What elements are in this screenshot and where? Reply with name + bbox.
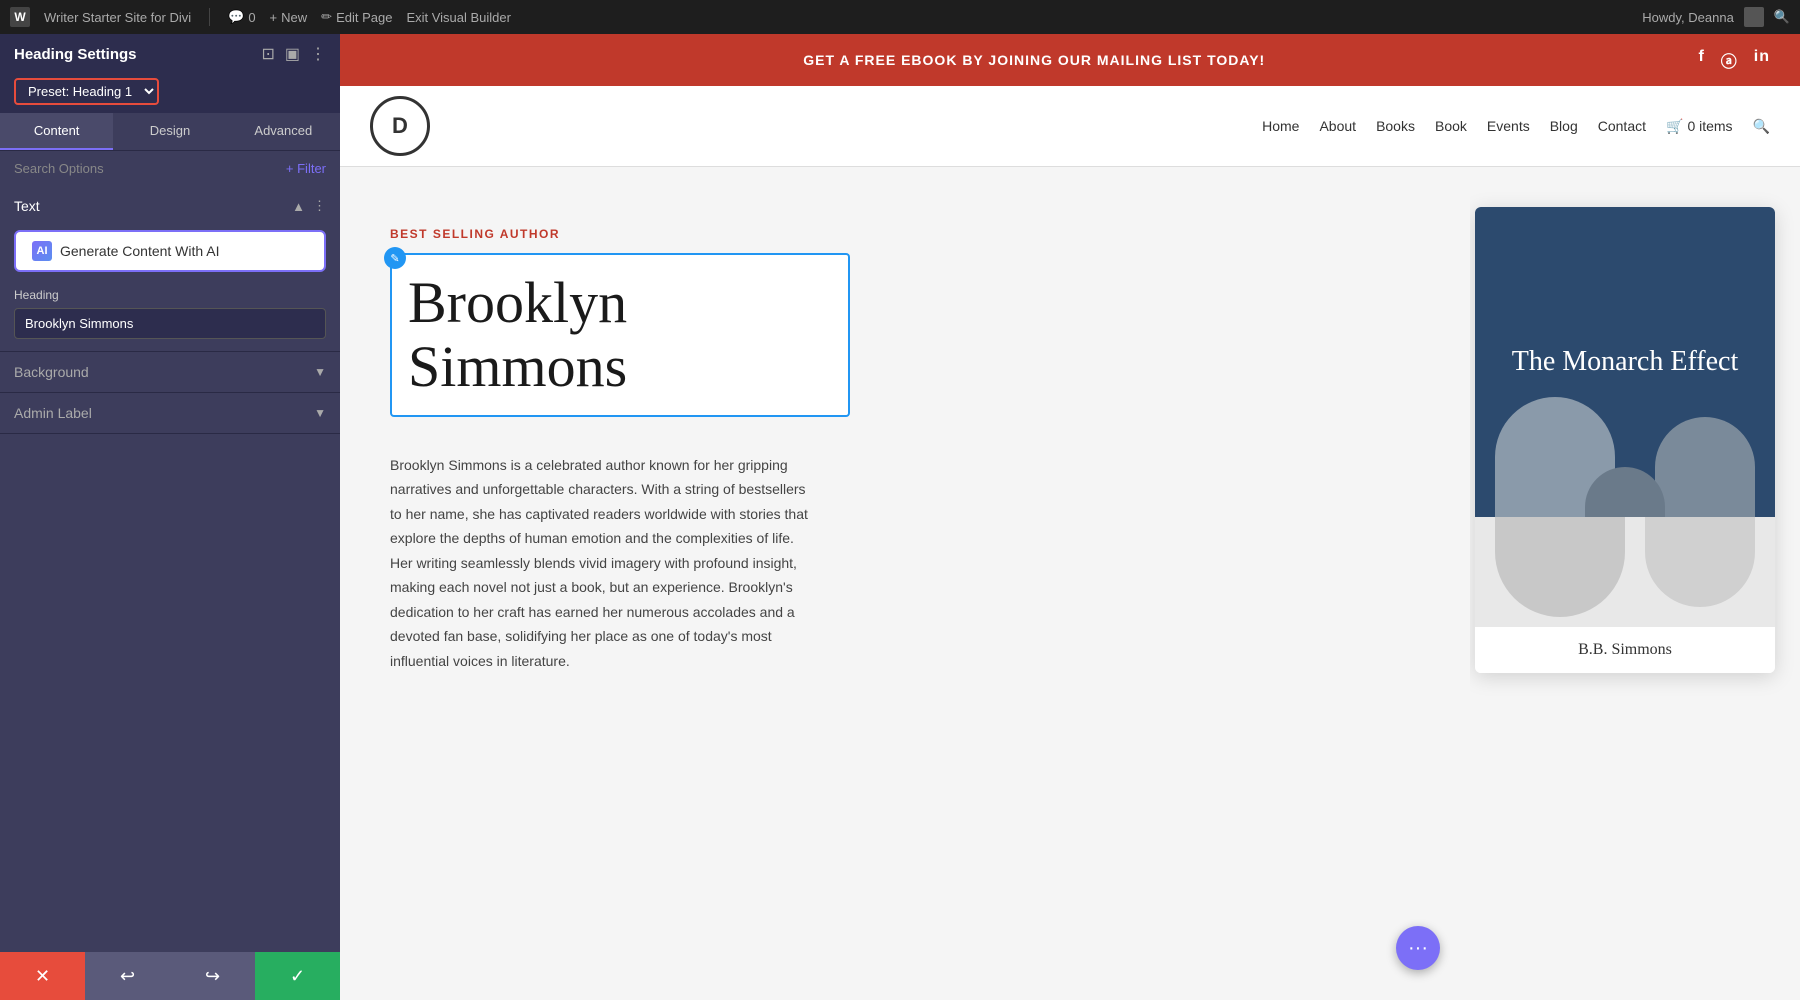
sidebar: Heading Settings ⊡ ▣ ⋮ Preset: Heading 1… [0,34,340,1000]
comment-icon: 💬 [228,9,244,25]
pencil-icon: ✏ [321,9,332,25]
search-icon[interactable]: 🔍 [1774,9,1790,25]
admin-bar-right: Howdy, Deanna 🔍 [1642,7,1790,27]
edit-pin-icon: ✎ [384,247,406,269]
exit-builder-link[interactable]: Exit Visual Builder [406,10,511,25]
nav-contact[interactable]: Contact [1598,118,1646,134]
nav-events[interactable]: Events [1487,118,1530,134]
sidebar-content: Text ▲ ⋮ AI Generate Content With AI Hea… [0,186,340,952]
tab-content[interactable]: Content [0,113,113,150]
nav-bar: D Home About Books Book Events Blog Cont… [340,86,1800,167]
comments-link[interactable]: 💬 0 [228,9,255,25]
ai-button-label: Generate Content With AI [60,243,220,259]
nav-search-icon[interactable]: 🔍 [1753,118,1770,135]
nav-home[interactable]: Home [1262,118,1299,134]
page-content: BEST SELLING AUTHOR ✎ Brooklyn Simmons B… [340,167,1800,1000]
cart-icon: 🛒 [1666,118,1683,135]
text-section: Text ▲ ⋮ AI Generate Content With AI Hea… [0,186,340,352]
sidebar-tabs: Content Design Advanced [0,113,340,151]
search-input[interactable] [14,161,278,176]
author-bio: Brooklyn Simmons is a celebrated author … [390,453,810,674]
heading-label: Heading [14,288,326,302]
admin-bar: W Writer Starter Site for Divi 💬 0 + New… [0,0,1800,34]
cover-arch-right [1655,417,1755,517]
book-card: The Monarch Effect B.B. Simmons [1475,207,1775,673]
sidebar-header-icons: ⊡ ▣ ⋮ [261,44,326,64]
nav-book[interactable]: Book [1435,118,1467,134]
divider [209,8,210,26]
text-section-header[interactable]: Text ▲ ⋮ [0,186,340,226]
site-name-link[interactable]: Writer Starter Site for Divi [44,10,191,25]
tab-design[interactable]: Design [113,113,226,150]
expand-icon[interactable]: ▲ [292,199,305,214]
banner-text: GET A FREE EBOOK BY JOINING OUR MAILING … [370,52,1698,68]
heading-edit-area[interactable]: ✎ Brooklyn Simmons [390,253,850,417]
edit-page-link[interactable]: ✏ Edit Page [321,9,392,25]
banner-social-icons: f ⓐ in [1698,48,1770,72]
undo-button[interactable]: ↩ [85,952,170,1000]
tab-advanced[interactable]: Advanced [227,113,340,150]
text-section-icons: ▲ ⋮ [292,198,326,214]
sidebar-more-icon[interactable]: ⋮ [310,44,326,64]
page-area: GET A FREE EBOOK BY JOINING OUR MAILING … [340,34,1800,1000]
main-layout: Heading Settings ⊡ ▣ ⋮ Preset: Heading 1… [0,34,1800,1000]
save-button[interactable]: ✓ [255,952,340,1000]
sidebar-footer: ✕ ↩ ↪ ✓ [0,952,340,1000]
background-section[interactable]: Background ▼ [0,352,340,393]
instagram-icon[interactable]: ⓐ [1721,48,1738,72]
main-section: BEST SELLING AUTHOR ✎ Brooklyn Simmons B… [340,167,1470,1000]
book-author: B.B. Simmons [1475,627,1775,673]
book-card-area: The Monarch Effect B.B. Simmons [1470,167,1800,1000]
lower-arch-right [1645,517,1755,607]
cancel-button[interactable]: ✕ [0,952,85,1000]
admin-label-chevron-icon: ▼ [314,406,326,420]
preset-select[interactable]: Preset: Heading 1 [14,78,159,105]
main-heading: Brooklyn Simmons [408,271,832,399]
best-selling-label: BEST SELLING AUTHOR [390,227,1420,241]
background-section-title: Background [14,364,89,380]
sidebar-layout-icon[interactable]: ▣ [285,44,300,64]
plus-icon: + [270,10,278,25]
nav-links: Home About Books Book Events Blog Contac… [1262,118,1770,135]
admin-label-section[interactable]: Admin Label ▼ [0,393,340,434]
top-banner: GET A FREE EBOOK BY JOINING OUR MAILING … [340,34,1800,86]
site-logo[interactable]: D [370,96,430,156]
floating-action-button[interactable]: ··· [1396,926,1440,970]
ai-generate-button[interactable]: AI Generate Content With AI [14,230,326,272]
redo-button[interactable]: ↪ [170,952,255,1000]
site-name-text: Writer Starter Site for Divi [44,10,191,25]
preset-bar: Preset: Heading 1 [0,74,340,113]
ai-icon: AI [32,241,52,261]
nav-about[interactable]: About [1319,118,1356,134]
more-icon[interactable]: ⋮ [313,198,326,214]
heading-field-group: Heading [0,284,340,351]
new-link[interactable]: + New [270,10,308,25]
background-chevron-icon: ▼ [314,365,326,379]
text-section-title: Text [14,198,40,214]
book-cover: The Monarch Effect [1475,207,1775,517]
filter-button[interactable]: + Filter [286,161,326,176]
sidebar-header: Heading Settings ⊡ ▣ ⋮ [0,34,340,74]
book-lower-decoration [1475,517,1775,627]
howdy-text: Howdy, Deanna [1642,10,1734,25]
sidebar-responsive-icon[interactable]: ⊡ [261,44,274,64]
lower-arch-left [1495,517,1625,617]
cart-count: 0 items [1687,118,1732,134]
sidebar-title: Heading Settings [14,46,137,63]
facebook-icon[interactable]: f [1698,48,1704,72]
linkedin-icon[interactable]: in [1754,48,1770,72]
wordpress-logo[interactable]: W [10,7,30,27]
sidebar-search-bar: + Filter [0,151,340,186]
book-title: The Monarch Effect [1512,344,1739,380]
nav-books[interactable]: Books [1376,118,1415,134]
nav-blog[interactable]: Blog [1550,118,1578,134]
admin-label-section-title: Admin Label [14,405,92,421]
cart-link[interactable]: 🛒 0 items [1666,118,1733,135]
user-avatar[interactable] [1744,7,1764,27]
heading-input[interactable] [14,308,326,339]
